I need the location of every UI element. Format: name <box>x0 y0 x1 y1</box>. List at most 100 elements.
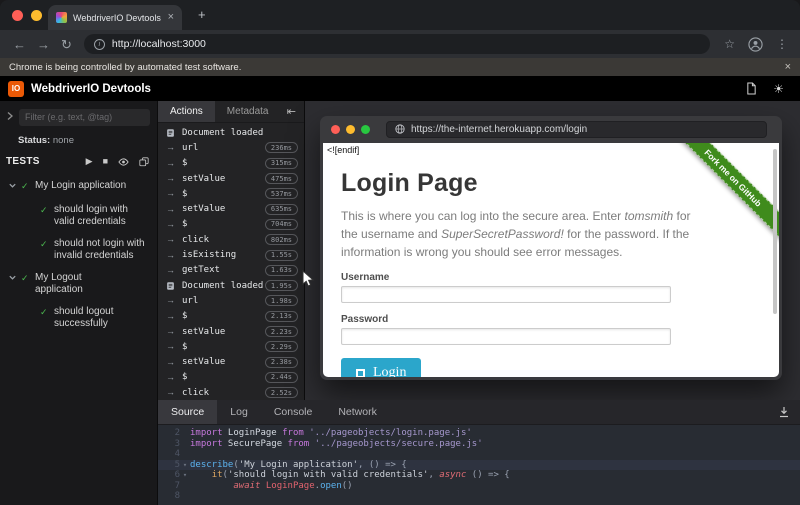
login-page-description: This is where you can log into the secur… <box>341 207 709 261</box>
tests-section-label: TESTS <box>6 156 76 167</box>
code-line: 6▾ it('should login with valid credentia… <box>158 470 800 481</box>
download-icon[interactable] <box>778 400 800 424</box>
action-row[interactable]: →click2.52s <box>158 385 304 400</box>
action-row[interactable]: →url236ms <box>158 140 304 155</box>
action-row[interactable]: →$537ms <box>158 186 304 201</box>
tab-metadata[interactable]: Metadata <box>215 101 281 122</box>
browser-tab[interactable]: WebdriverIO Devtools × <box>48 5 182 30</box>
address-bar-url[interactable]: http://localhost:3000 <box>112 38 206 50</box>
action-duration-badge: 2.38s <box>265 357 298 368</box>
action-row[interactable]: →$2.29s <box>158 339 304 354</box>
code-text: import LoginPage from '../pageobjects/lo… <box>190 428 800 439</box>
app-title: WebdriverIO Devtools <box>31 83 151 95</box>
tab-console[interactable]: Console <box>261 400 326 424</box>
code-line: 3import SecurePage from '../pageobjects/… <box>158 439 800 450</box>
username-field[interactable] <box>341 286 671 303</box>
login-page: <![endif] Fork me on GitHub Login Page T… <box>323 143 779 377</box>
copy-tests-icon[interactable] <box>139 157 149 167</box>
preview-scrollbar[interactable] <box>773 149 777 314</box>
app-preview-area: https://the-internet.herokuapp.com/login… <box>305 101 800 400</box>
action-label: setValue <box>182 327 225 337</box>
action-row[interactable]: →$315ms <box>158 156 304 171</box>
test-item[interactable]: ✓should not login with invalid credentia… <box>0 238 157 263</box>
sidebar-collapse-icon[interactable] <box>6 108 14 126</box>
login-button[interactable]: Login <box>341 358 421 377</box>
code-text <box>190 449 800 460</box>
address-bar[interactable]: i http://localhost:3000 <box>84 34 710 54</box>
window-minimize-button[interactable] <box>31 10 42 21</box>
document-icon <box>166 281 179 291</box>
action-row[interactable]: Document loaded1.95s <box>158 278 304 293</box>
action-duration-badge: 704ms <box>265 219 298 230</box>
fold-icon[interactable]: ▾ <box>180 460 190 471</box>
action-row[interactable]: Document loaded <box>158 125 304 140</box>
site-info-icon[interactable]: i <box>94 39 105 50</box>
collapse-panel-icon[interactable]: ⇤ <box>287 101 304 122</box>
action-duration-badge: 2.23s <box>265 326 298 337</box>
preview-zoom-button <box>361 125 370 134</box>
fold-spacer <box>180 428 190 439</box>
tab-source[interactable]: Source <box>158 400 217 424</box>
chevron-down-icon[interactable] <box>8 180 21 195</box>
action-row[interactable]: →url1.98s <box>158 293 304 308</box>
report-icon[interactable] <box>746 82 757 95</box>
window-close-button[interactable] <box>12 10 23 21</box>
watch-tests-icon[interactable] <box>118 158 129 166</box>
login-button-icon <box>356 369 365 378</box>
tests-sidebar: Status: none TESTS ▶ ■ ✓My Login applica… <box>0 101 158 505</box>
new-tab-button[interactable]: + <box>198 7 206 22</box>
fold-icon[interactable]: ▾ <box>180 470 190 481</box>
code-line: 8 <box>158 491 800 502</box>
github-ribbon[interactable]: Fork me on GitHub <box>664 143 779 258</box>
action-row[interactable]: →setValue635ms <box>158 201 304 216</box>
browser-toolbar: ← → ↻ i http://localhost:3000 ☆ ⋮ <box>0 30 800 58</box>
tab-log[interactable]: Log <box>217 400 261 424</box>
action-row[interactable]: →setValue475ms <box>158 171 304 186</box>
test-item[interactable]: ✓should logout successfully <box>0 306 157 331</box>
arrow-right-icon: → <box>166 388 179 397</box>
test-item[interactable]: ✓My Login application <box>0 180 157 195</box>
reload-icon[interactable]: ↻ <box>61 38 72 51</box>
action-row[interactable]: →$704ms <box>158 217 304 232</box>
profile-avatar-icon[interactable] <box>748 37 763 52</box>
bookmark-star-icon[interactable]: ☆ <box>724 38 735 50</box>
back-icon[interactable]: ← <box>13 38 26 51</box>
actions-panel: ActionsMetadata⇤ Document loaded→url236m… <box>158 101 305 400</box>
tab-actions[interactable]: Actions <box>158 101 215 122</box>
line-number: 7 <box>158 481 180 492</box>
banner-close-icon[interactable]: × <box>785 62 791 73</box>
action-row[interactable]: →setValue2.38s <box>158 354 304 369</box>
status-value: none <box>53 135 74 146</box>
username-label: Username <box>341 272 759 283</box>
webdriverio-logo: IO <box>8 81 24 97</box>
action-label: $ <box>182 219 187 229</box>
action-label: $ <box>182 189 187 199</box>
password-field[interactable] <box>341 328 671 345</box>
chevron-down-icon[interactable] <box>8 272 21 287</box>
fold-spacer <box>180 491 190 502</box>
action-row[interactable]: →$2.13s <box>158 309 304 324</box>
action-row[interactable]: →click802ms <box>158 232 304 247</box>
action-row[interactable]: →getText1.63s <box>158 263 304 278</box>
action-row[interactable]: →setValue2.23s <box>158 324 304 339</box>
source-code-view: 2import LoginPage from '../pageobjects/l… <box>158 425 800 502</box>
action-duration-badge: 1.55s <box>265 250 298 261</box>
stop-tests-icon[interactable]: ■ <box>103 157 108 166</box>
github-ribbon-label[interactable]: Fork me on GitHub <box>666 143 779 245</box>
tab-close-icon[interactable]: × <box>168 12 174 23</box>
action-label: Document loaded <box>182 281 263 291</box>
run-tests-icon[interactable]: ▶ <box>86 157 93 166</box>
arrow-right-icon: → <box>166 189 179 198</box>
test-item[interactable]: ✓My Logout application <box>0 272 157 297</box>
check-icon: ✓ <box>21 272 35 285</box>
filter-input[interactable] <box>19 109 150 126</box>
test-item[interactable]: ✓should login with valid credentials <box>0 204 157 229</box>
tab-network[interactable]: Network <box>325 400 390 424</box>
theme-toggle-icon[interactable]: ☀ <box>773 83 784 95</box>
line-number: 3 <box>158 439 180 450</box>
forward-icon[interactable]: → <box>37 38 50 51</box>
action-row[interactable]: →isExisting1.55s <box>158 247 304 262</box>
action-row[interactable]: →$2.44s <box>158 370 304 385</box>
browser-menu-icon[interactable]: ⋮ <box>776 38 788 50</box>
test-label: should not login with invalid credential… <box>54 238 149 263</box>
